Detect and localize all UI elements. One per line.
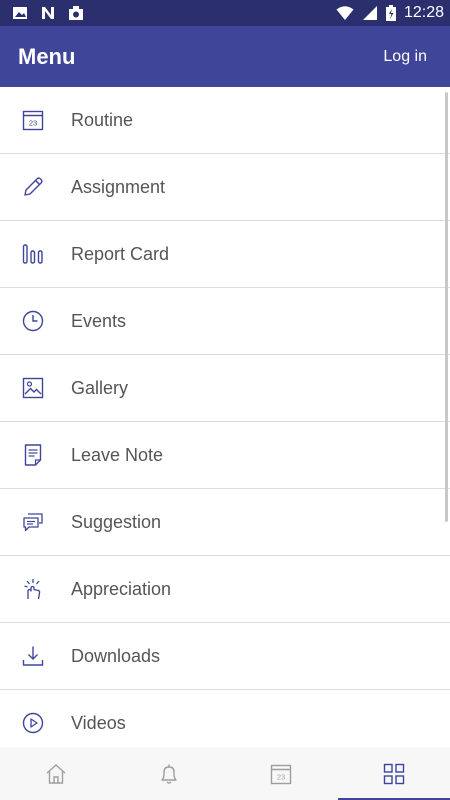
menu-item-report-card[interactable]: Report Card: [0, 221, 450, 288]
gallery-notification-icon: [13, 7, 27, 19]
clap-icon: [24, 579, 41, 600]
wifi-icon: [336, 6, 354, 20]
download-icon: [22, 646, 44, 666]
battery-icon: [385, 5, 396, 21]
scrollbar[interactable]: [445, 92, 448, 522]
calendar-day-text: 23: [29, 119, 37, 128]
calendar-icon: 23: [22, 110, 44, 131]
menu-item-leave-note[interactable]: Leave Note: [0, 422, 450, 489]
menu-item-label: Appreciation: [71, 578, 172, 599]
menu-item-events[interactable]: Events: [0, 288, 450, 355]
calendar-day-text: 23: [277, 772, 285, 781]
menu-item-appreciation[interactable]: Appreciation: [0, 556, 450, 623]
status-time: 12:28: [403, 4, 444, 21]
menu-item-gallery[interactable]: Gallery: [0, 355, 450, 422]
menu-item-label: Assignment: [71, 176, 166, 197]
menu-list: 23 Routine Assignment Report Card Events: [0, 87, 450, 747]
home-icon: [46, 763, 66, 784]
grid-icon: [383, 763, 404, 784]
menu-item-suggestion[interactable]: Suggestion: [0, 489, 450, 556]
photo-notification-icon: [69, 6, 83, 20]
menu-item-label: Downloads: [71, 645, 161, 666]
bell-icon: [161, 764, 177, 784]
cell-signal-icon: [362, 6, 377, 20]
bottom-nav: 23: [0, 747, 450, 800]
menu-item-label: Gallery: [71, 377, 129, 398]
menu-item-label: Report Card: [71, 243, 170, 264]
nav-home-button[interactable]: [0, 747, 113, 800]
calendar-icon: 23: [271, 764, 292, 784]
app-bar: Menu Log in: [0, 26, 450, 87]
nav-notifications-button[interactable]: [113, 747, 226, 800]
status-bar: 12:28: [0, 0, 450, 26]
menu-item-assignment[interactable]: Assignment: [0, 154, 450, 221]
menu-item-label: Videos: [71, 712, 126, 733]
chat-icon: [23, 513, 43, 532]
pencil-icon: [24, 177, 43, 196]
page-title: Menu: [18, 44, 76, 69]
menu-item-downloads[interactable]: Downloads: [0, 623, 450, 690]
nav-calendar-button[interactable]: 23: [225, 747, 338, 800]
play-icon: [22, 712, 44, 734]
menu-item-label: Suggestion: [71, 511, 162, 532]
clock-icon: [22, 310, 44, 332]
menu-item-label: Leave Note: [71, 444, 164, 465]
note-icon: [24, 444, 42, 466]
bar-chart-icon: [22, 244, 43, 264]
menu-item-videos[interactable]: Videos: [0, 690, 450, 747]
login-button[interactable]: Log in: [383, 48, 427, 66]
menu-item-routine[interactable]: 23 Routine: [0, 87, 450, 154]
menu-item-label: Routine: [71, 109, 134, 130]
nav-menu-button[interactable]: [337, 747, 450, 800]
n-notification-icon: [42, 7, 54, 19]
image-icon: [22, 377, 44, 399]
menu-item-label: Events: [71, 310, 127, 331]
